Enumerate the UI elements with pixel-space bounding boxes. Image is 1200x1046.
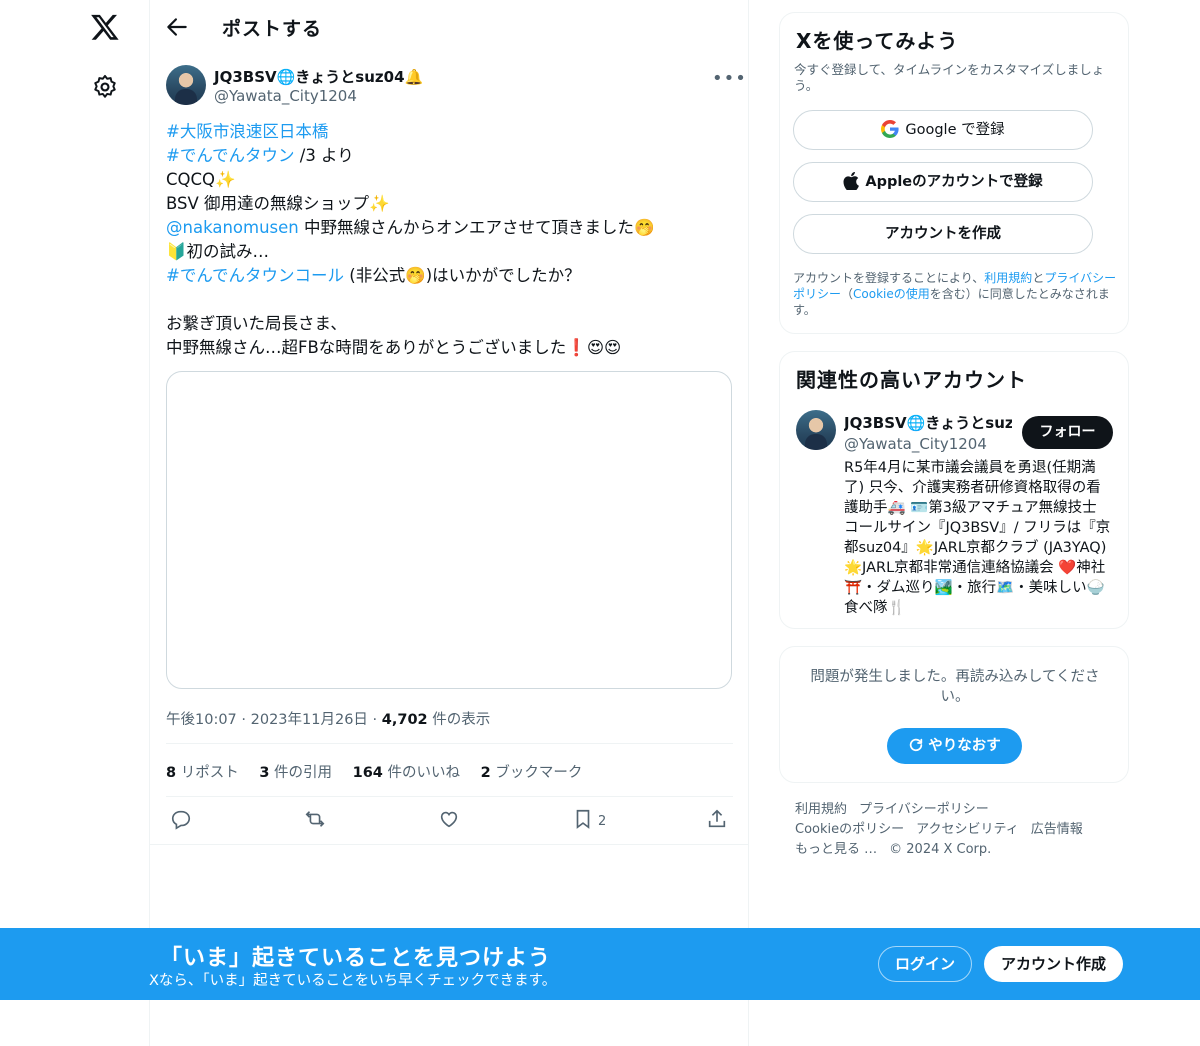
footer-link[interactable]: アクセシビリティ — [916, 822, 1019, 837]
post-text-line: CQCQ✨ — [166, 168, 736, 192]
post-text-segment: BSV 御用達の無線ショップ✨ — [166, 194, 390, 213]
top-bar: ポストする — [150, 0, 749, 54]
copyright: © 2024 X Corp. — [889, 842, 992, 857]
post-text-segment: 中野無線さんからオンエアさせて頂きました🤭 — [298, 218, 655, 237]
reply-icon — [171, 810, 191, 830]
related-avatar[interactable] — [796, 410, 836, 450]
settings-gear-icon[interactable] — [92, 74, 118, 100]
post-date[interactable]: 2023年11月26日 — [251, 712, 368, 728]
cookie-link[interactable]: Cookieの使用 — [853, 287, 930, 301]
post-text-line: #でんでんタウン /3 より — [166, 144, 736, 168]
post-text-segment: CQCQ✨ — [166, 170, 236, 189]
divider — [166, 796, 733, 797]
post-text-line: #大阪市浪速区日本橋 — [166, 120, 736, 144]
mention-link[interactable]: @nakanomusen — [166, 218, 299, 237]
related-bio: R5年4月に某市議会議員を勇退(任期満了) 只今、介護実務者研修資格取得の看護助… — [844, 460, 1111, 616]
author-avatar[interactable] — [166, 65, 206, 105]
apple-signup-button[interactable]: Appleのアカウントで登録 — [793, 162, 1093, 202]
likes-stat[interactable]: 164 件のいいね — [353, 765, 460, 781]
signup-card-subtitle: 今すぐ登録して、タイムラインをカスタマイズしましょう。 — [794, 62, 1105, 93]
post-actions: 2 — [166, 808, 736, 836]
apple-signup-label: Appleのアカウントで登録 — [865, 174, 1043, 190]
hashtag-link[interactable]: #大阪市浪速区日本橋 — [166, 122, 328, 141]
signup-card-title: Xを使ってみよう — [796, 29, 959, 53]
post-text-segment: /3 より — [294, 146, 354, 165]
post-media-placeholder[interactable] — [166, 371, 732, 689]
more-options-icon[interactable]: ••• — [712, 68, 746, 89]
bookmark-icon — [576, 809, 590, 829]
error-message: 問題が発生しました。再読み込みしてください。 — [810, 669, 1100, 705]
footer-link[interactable]: 利用規約 — [795, 802, 847, 817]
divider — [150, 844, 749, 845]
post-text-segment: 中野無線さん…超FBな時間をありがとうございました❗😍😍 — [166, 338, 622, 357]
share-button[interactable] — [706, 808, 728, 836]
reply-button[interactable] — [170, 808, 192, 836]
post-text-segment: お繋ぎ頂いた局長さま、 — [166, 314, 347, 333]
reposts-stat[interactable]: 8 リポスト — [166, 765, 239, 781]
banner-title: 「いま」起きていることを見つけよう — [160, 946, 552, 971]
post-stats: 8 リポスト 3 件の引用 164 件のいいね 2 ブックマーク — [166, 761, 598, 782]
bookmark-count: 2 — [598, 814, 607, 829]
left-nav-rail — [0, 0, 150, 1046]
retry-label: やりなおす — [928, 738, 1001, 754]
main-column: ポストする JQ3BSV🌐きょうとsuz04🔔 @Yawata_City1204… — [150, 0, 749, 1046]
apple-icon — [843, 171, 860, 190]
post-text-segment: (非公式🤭)はいかがでしたか？ — [344, 266, 581, 285]
google-icon — [881, 119, 899, 138]
terms-notice: アカウントを登録することにより、利用規約とプライバシーポリシー（Cookieの使… — [793, 271, 1117, 317]
quotes-stat[interactable]: 3 件の引用 — [259, 765, 332, 781]
hashtag-link[interactable]: #でんでんタウンコール — [166, 266, 344, 285]
footer-link[interactable]: 広告情報 — [1031, 822, 1083, 837]
refresh-icon — [910, 738, 923, 751]
post-author: JQ3BSV🌐きょうとsuz04🔔 @Yawata_City1204 ••• — [166, 64, 746, 108]
bookmark-button[interactable]: 2 — [572, 808, 606, 836]
author-handle[interactable]: @Yawata_City1204 — [214, 87, 357, 105]
post-text-line: #でんでんタウンコール (非公式🤭)はいかがでしたか？ — [166, 264, 736, 288]
follow-button[interactable]: フォロー — [1022, 416, 1113, 449]
footer-link[interactable]: もっと見る … — [795, 842, 877, 857]
author-name[interactable]: JQ3BSV🌐きょうとsuz04🔔 — [214, 66, 423, 87]
post-text-segment: 🔰初の試み… — [166, 242, 270, 261]
signup-banner: 「いま」起きていることを見つけよう Xなら、「いま」起きていることをいち早くチェ… — [0, 928, 1200, 1000]
page-title: ポストする — [222, 18, 323, 40]
signup-button[interactable]: アカウント作成 — [984, 946, 1123, 982]
x-logo-icon[interactable] — [90, 12, 120, 42]
repost-icon — [305, 811, 325, 827]
related-handle[interactable]: @Yawata_City1204 — [844, 435, 987, 453]
related-card-title: 関連性の高いアカウント — [796, 368, 1027, 392]
footer-links: 利用規約 プライバシーポリシー Cookieのポリシー アクセシビリティ 広告情報 も… — [795, 800, 1125, 860]
post-text-line — [166, 288, 736, 312]
footer-link[interactable]: プライバシーポリシー — [859, 802, 989, 817]
create-account-button[interactable]: アカウントを作成 — [793, 214, 1093, 254]
google-signup-button[interactable]: Google で登録 — [793, 110, 1093, 150]
banner-subtitle: Xなら、「いま」起きていることをいち早くチェックできます。 — [149, 973, 557, 989]
views-label: 件の表示 — [432, 712, 491, 728]
retry-button[interactable]: やりなおす — [887, 728, 1022, 764]
share-icon — [708, 809, 726, 828]
back-arrow-icon[interactable] — [164, 14, 190, 40]
error-card: 問題が発生しました。再読み込みしてください。 やりなおす — [779, 646, 1129, 783]
login-button[interactable]: ログイン — [878, 946, 972, 982]
bookmarks-stat[interactable]: 2 ブックマーク — [481, 765, 583, 781]
post-text-line: BSV 御用達の無線ショップ✨ — [166, 192, 736, 216]
post-text-line: お繋ぎ頂いた局長さま、 — [166, 312, 736, 336]
post-time[interactable]: 午後10:07 — [166, 712, 237, 728]
post-text-line: @nakanomusen 中野無線さんからオンエアさせて頂きました🤭 — [166, 216, 736, 240]
divider — [166, 743, 733, 744]
google-signup-label: Google で登録 — [905, 122, 1005, 138]
footer-link[interactable]: Cookieのポリシー — [795, 822, 904, 837]
repost-button[interactable] — [304, 808, 326, 836]
post-text-line: 中野無線さん…超FBな時間をありがとうございました❗😍😍 — [166, 336, 736, 360]
related-accounts-card: 関連性の高いアカウント JQ3BSV🌐きょうとsuz04🔔 @Yawata_Ci… — [779, 351, 1129, 629]
signup-card: Xを使ってみよう 今すぐ登録して、タイムラインをカスタマイズしましょう。 Goo… — [779, 12, 1129, 334]
views-count: 4,702 — [381, 712, 428, 728]
post-text: #大阪市浪速区日本橋 #でんでんタウン /3 より CQCQ✨ BSV 御用達の無線シ… — [166, 120, 736, 360]
heart-icon — [440, 811, 458, 828]
post-meta: 午後10:07 · 2023年11月26日 · 4,702 件の表示 — [166, 712, 491, 728]
like-button[interactable] — [438, 808, 460, 836]
hashtag-link[interactable]: #でんでんタウン — [166, 146, 295, 165]
related-name[interactable]: JQ3BSV🌐きょうとsuz04🔔 — [844, 412, 1012, 433]
terms-link[interactable]: 利用規約 — [984, 271, 1032, 285]
post-text-line: 🔰初の試み… — [166, 240, 736, 264]
